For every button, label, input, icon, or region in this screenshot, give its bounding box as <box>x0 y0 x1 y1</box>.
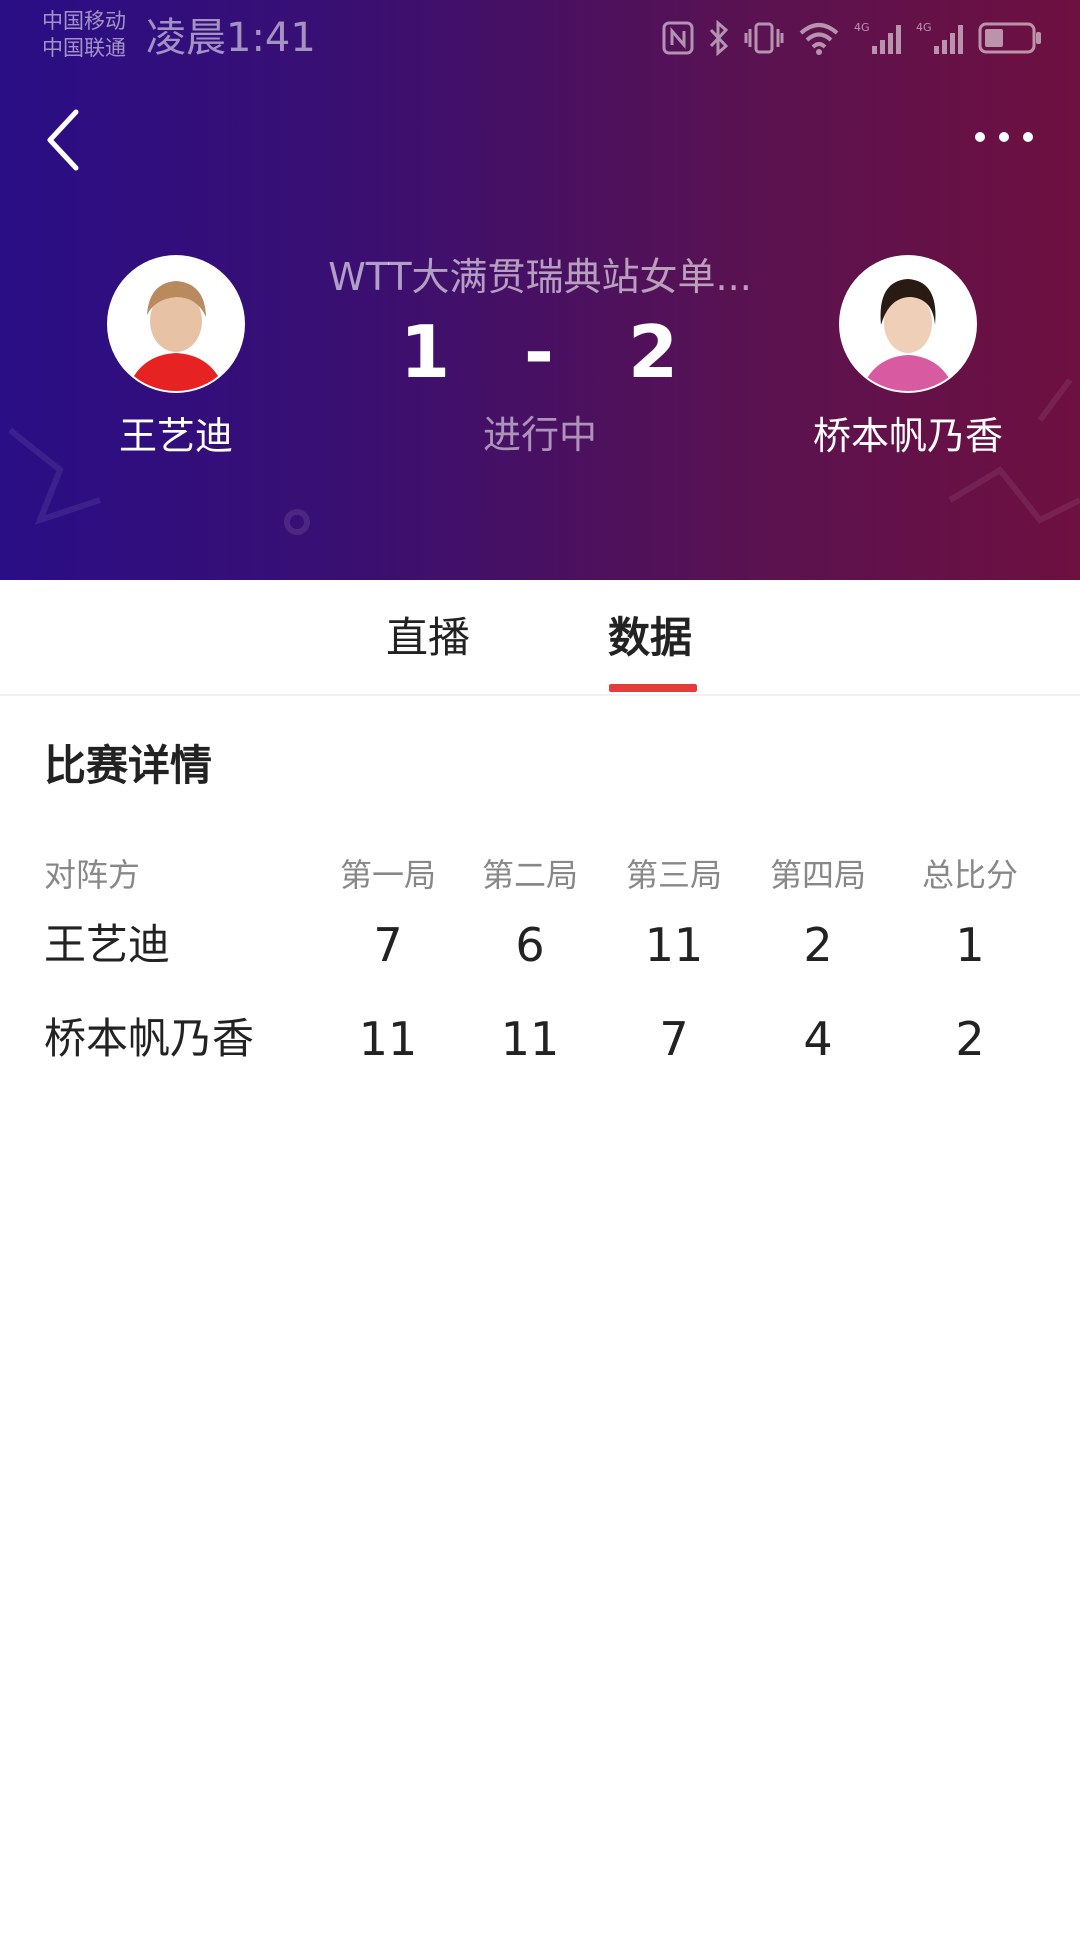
match-status: 进行中 <box>482 413 597 457</box>
total-score: 2 <box>955 1012 985 1066</box>
table-row: 王艺迪 7 6 11 2 1 <box>0 910 1080 980</box>
row-player-name: 王艺迪 <box>44 920 171 969</box>
bluetooth-icon <box>709 20 729 56</box>
game-score: 11 <box>500 1012 560 1066</box>
carrier-info: 中国移动 中国联通 <box>42 8 126 62</box>
player-left[interactable]: 王艺迪 <box>76 255 276 461</box>
nfc-icon <box>662 21 694 55</box>
active-tab-indicator <box>609 684 697 692</box>
svg-text:4G: 4G <box>916 21 932 34</box>
game-score: 6 <box>515 918 545 972</box>
game-score: 2 <box>803 918 833 972</box>
score-separator: - <box>524 310 554 394</box>
signal-4g-icon: 4G <box>854 21 901 54</box>
more-options-button[interactable] <box>964 115 1044 165</box>
tab-live[interactable]: 直播 <box>386 610 470 666</box>
tab-bar: 直播 数据 <box>0 580 1080 696</box>
game-score: 11 <box>358 1012 418 1066</box>
player-name: 王艺迪 <box>118 414 233 458</box>
carrier-1: 中国移动 <box>42 9 126 33</box>
player-right[interactable]: 桥本帆乃香 <box>808 255 1008 461</box>
game-score: 7 <box>373 918 403 972</box>
tab-data[interactable]: 数据 <box>608 610 692 666</box>
score-right: 2 <box>628 310 679 394</box>
carrier-2: 中国联通 <box>42 36 126 60</box>
avatar[interactable] <box>107 255 245 393</box>
status-icons: 4G 4G <box>662 14 1042 62</box>
vibrate-icon <box>744 22 784 54</box>
column-header: 第三局 <box>625 856 722 894</box>
svg-text:4G: 4G <box>854 21 870 34</box>
table-header: 对阵方 第一局 第二局 第三局 第四局 总比分 <box>0 840 1080 910</box>
game-score: 11 <box>644 918 704 972</box>
column-header: 第一局 <box>339 856 436 894</box>
column-header: 对阵方 <box>44 856 141 894</box>
match-score: 1 - 2 <box>400 312 680 392</box>
table-row: 桥本帆乃香 11 11 7 4 2 <box>0 1004 1080 1074</box>
match-header: 中国移动 中国联通 凌晨1:41 4G 4G 王艺迪 桥本帆乃香 WTT大满贯瑞… <box>0 0 1080 580</box>
game-score: 7 <box>659 1012 689 1066</box>
score-left: 1 <box>400 310 451 394</box>
column-header: 第二局 <box>481 856 578 894</box>
game-score: 4 <box>803 1012 833 1066</box>
row-player-name: 桥本帆乃香 <box>44 1014 255 1063</box>
back-button[interactable] <box>36 100 96 180</box>
player-photo-icon <box>109 257 243 391</box>
wifi-icon <box>799 23 839 55</box>
match-title: WTT大满贯瑞典站女单... <box>328 255 752 299</box>
column-header: 第四局 <box>769 856 866 894</box>
player-name: 桥本帆乃香 <box>812 414 1003 458</box>
column-header: 总比分 <box>921 856 1018 894</box>
status-time: 凌晨1:41 <box>146 15 316 61</box>
status-bar: 中国移动 中国联通 凌晨1:41 4G 4G <box>0 0 1080 80</box>
avatar[interactable] <box>839 255 977 393</box>
signal-4g-icon: 4G <box>916 21 963 54</box>
total-score: 1 <box>955 918 985 972</box>
battery-icon <box>978 22 1041 54</box>
player-photo-icon <box>841 257 975 391</box>
section-title: 比赛详情 <box>44 741 213 790</box>
